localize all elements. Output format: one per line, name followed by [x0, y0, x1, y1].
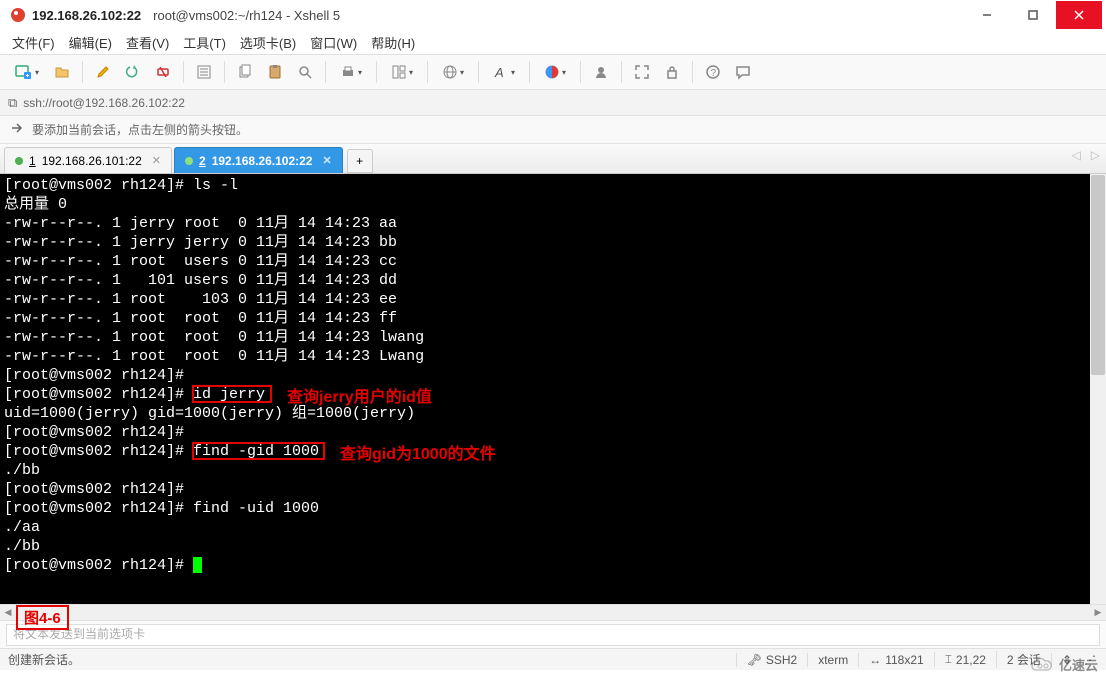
open-button[interactable] — [48, 58, 76, 86]
horizontal-scrollbar[interactable]: ◀ ▶ — [0, 604, 1106, 620]
vertical-scrollbar[interactable] — [1090, 174, 1106, 604]
terminal-output[interactable]: [root@vms002 rh124]# ls -l 总用量 0 -rw-r--… — [0, 174, 1106, 604]
minimize-button[interactable] — [964, 1, 1010, 29]
watermark-text: 亿速云 — [1059, 655, 1098, 674]
new-session-button[interactable]: ▾ — [8, 58, 46, 86]
status-bar: 创建新会话。 🗝SSH2 xterm ↔118x21 ⌶21,22 2 会话 ⇕… — [0, 648, 1106, 670]
maximize-button[interactable] — [1010, 1, 1056, 29]
hint-text: 要添加当前会话，点击左侧的箭头按钮。 — [32, 121, 248, 138]
window-title: 192.168.26.102:22 — [32, 8, 141, 23]
copy-button[interactable] — [231, 58, 259, 86]
reconnect-button[interactable] — [119, 58, 147, 86]
search-button[interactable] — [291, 58, 319, 86]
tab-nav: ◁ ▷ — [1072, 148, 1100, 162]
input-bar: 将文本发送到当前选项卡 — [0, 620, 1106, 648]
properties-button[interactable] — [190, 58, 218, 86]
lock-button[interactable] — [658, 58, 686, 86]
status-pos: ⌶21,22 — [934, 652, 996, 667]
encoding-button[interactable]: ▾ — [434, 58, 472, 86]
toolbar: ▾ ▾ ▾ ▾ A▾ ▾ ? — [0, 54, 1106, 90]
menu-file[interactable]: 文件(F) — [12, 33, 55, 52]
menu-tabs[interactable]: 选项卡(B) — [240, 33, 296, 52]
cursor-icon: ⌶ — [945, 652, 952, 667]
status-term: xterm — [807, 653, 858, 667]
window-subtitle: root@vms002:~/rh124 - Xshell 5 — [153, 8, 340, 23]
title-bar: 192.168.26.102:22 root@vms002:~/rh124 - … — [0, 0, 1106, 30]
tab-label: 192.168.26.101:22 — [42, 154, 142, 168]
status-ssh: 🗝SSH2 — [736, 653, 808, 667]
tab-label: 192.168.26.102:22 — [212, 154, 313, 168]
app-icon — [10, 7, 26, 23]
chat-button[interactable] — [729, 58, 757, 86]
figure-label: 图4-6 — [16, 605, 69, 630]
menu-help[interactable]: 帮助(H) — [371, 33, 415, 52]
lock-icon: 🗝 — [747, 653, 762, 667]
tab-bar: 1 192.168.26.101:22 ✕ 2 192.168.26.102:2… — [0, 144, 1106, 174]
status-size: ↔118x21 — [858, 653, 933, 667]
tab-add-button[interactable]: + — [347, 149, 373, 173]
paste-button[interactable] — [261, 58, 289, 86]
menu-edit[interactable]: 编辑(E) — [69, 33, 112, 52]
address-text: ssh://root@192.168.26.102:22 — [23, 96, 185, 110]
watermark: 亿速云 — [1029, 655, 1098, 674]
disconnect-button[interactable] — [149, 58, 177, 86]
tab-number: 2 — [199, 154, 206, 168]
send-input[interactable]: 将文本发送到当前选项卡 — [6, 624, 1100, 646]
layout-button[interactable]: ▾ — [383, 58, 421, 86]
terminal-pane[interactable]: [root@vms002 rh124]# ls -l 总用量 0 -rw-r--… — [0, 174, 1106, 604]
status-dot-icon — [185, 157, 193, 165]
fullscreen-button[interactable] — [628, 58, 656, 86]
hint-bar: 要添加当前会话，点击左侧的箭头按钮。 — [0, 116, 1106, 144]
status-left: 创建新会话。 — [8, 651, 80, 668]
annotation-label-2: 查询gid为1000的文件 — [340, 440, 496, 464]
tab-1[interactable]: 1 192.168.26.101:22 ✕ — [4, 147, 172, 173]
address-bar[interactable]: ⧉ ssh://root@192.168.26.102:22 — [0, 90, 1106, 116]
menu-window[interactable]: 窗口(W) — [310, 33, 357, 52]
tab-next-icon[interactable]: ▷ — [1091, 148, 1100, 162]
font-button[interactable]: A▾ — [485, 58, 523, 86]
status-dot-icon — [15, 157, 23, 165]
tab-close-icon[interactable]: ✕ — [322, 154, 331, 167]
cloud-icon — [1029, 657, 1055, 673]
help-button[interactable]: ? — [699, 58, 727, 86]
menu-view[interactable]: 查看(V) — [126, 33, 169, 52]
link-icon: ⧉ — [8, 95, 17, 111]
close-button[interactable] — [1056, 1, 1102, 29]
print-button[interactable]: ▾ — [332, 58, 370, 86]
tab-prev-icon[interactable]: ◁ — [1072, 148, 1081, 162]
arrow-add-icon[interactable] — [10, 121, 24, 138]
edit-button[interactable] — [89, 58, 117, 86]
user-button[interactable] — [587, 58, 615, 86]
menu-bar: 文件(F) 编辑(E) 查看(V) 工具(T) 选项卡(B) 窗口(W) 帮助(… — [0, 30, 1106, 54]
tab-2[interactable]: 2 192.168.26.102:22 ✕ — [174, 147, 343, 173]
scroll-left-icon[interactable]: ◀ — [0, 605, 16, 620]
svg-text:A: A — [494, 65, 504, 80]
annotation-label-1: 查询jerry用户的id值 — [287, 383, 432, 407]
tab-close-icon[interactable]: ✕ — [152, 154, 161, 167]
tab-number: 1 — [29, 154, 36, 168]
scroll-right-icon[interactable]: ▶ — [1090, 605, 1106, 620]
menu-tools[interactable]: 工具(T) — [183, 33, 226, 52]
color-button[interactable]: ▾ — [536, 58, 574, 86]
svg-text:?: ? — [711, 68, 717, 79]
resize-icon: ↔ — [869, 653, 881, 667]
